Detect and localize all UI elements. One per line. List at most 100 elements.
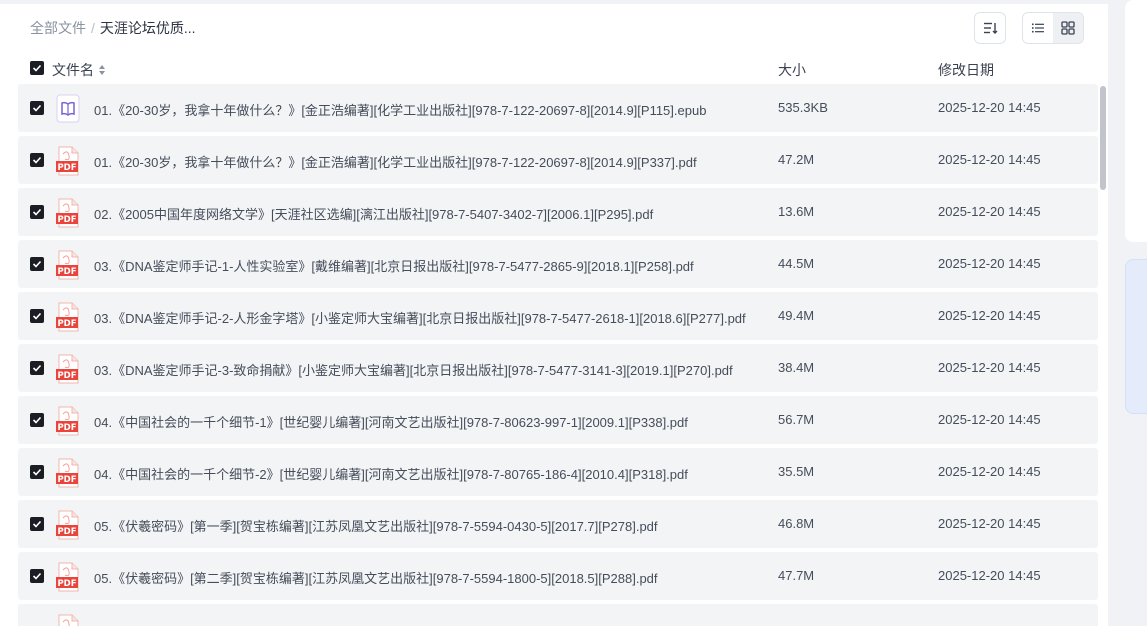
epub-file-icon [54,94,82,124]
row-checkbox[interactable] [30,257,44,271]
row-checkbox[interactable] [30,309,44,323]
side-promo-card[interactable] [1125,0,1147,242]
checkmark-icon [32,468,42,476]
pdf-file-icon: PDF [54,146,82,176]
svg-text:PDF: PDF [57,215,76,225]
side-info-card[interactable] [1125,259,1147,414]
column-header-size[interactable]: 大小 [778,60,806,80]
checkmark-icon [32,208,42,216]
file-size: 13.6M [778,204,815,219]
pdf-file-icon: PDF [54,458,82,488]
file-row[interactable]: PDF [18,604,1098,626]
file-size: 56.7M [778,412,815,427]
table-header: 文件名 大小 修改日期 [0,55,1100,81]
checkmark-icon [32,312,42,320]
file-size: 44.5M [778,256,815,271]
breadcrumb-separator: / [91,20,95,36]
file-name[interactable]: 01.《20-30岁，我拿十年做什么？》[金正浩编著][化学工业出版社][978… [94,100,706,119]
file-name[interactable]: 02.《2005中国年度网络文学》[天涯社区选编][漓江出版社][978-7-5… [94,204,653,223]
pdf-file-icon: PDF [54,250,82,280]
file-date: 2025-12-20 14:45 [938,204,1041,219]
grid-view-icon [1061,21,1075,35]
pdf-file-icon: PDF [54,198,82,228]
row-checkbox[interactable] [30,517,44,531]
file-row[interactable]: PDF 04.《中国社会的一千个细节-2》[世纪婴儿编著][河南文艺出版社][97… [18,448,1098,496]
pdf-file-icon: PDF [54,302,82,332]
scrollbar-thumb[interactable] [1100,86,1106,190]
file-size: 46.8M [778,516,815,531]
file-size: 49.4M [778,308,815,323]
pdf-file-icon: PDF [54,562,82,592]
file-date: 2025-12-20 14:45 [938,308,1041,323]
select-all-checkbox[interactable] [30,61,44,75]
file-size: 535.3KB [778,100,828,115]
file-row[interactable]: PDF 01.《20-30岁，我拿十年做什么？》[金正浩编著][化学工业出版社][… [18,136,1098,184]
view-toggle [1022,12,1084,44]
row-checkbox[interactable] [30,413,44,427]
svg-text:PDF: PDF [57,423,76,433]
file-row[interactable]: PDF 04.《中国社会的一千个细节-1》[世纪婴儿编著][河南文艺出版社][97… [18,396,1098,444]
file-date: 2025-12-20 14:45 [938,568,1041,583]
file-row[interactable]: PDF 02.《2005中国年度网络文学》[天涯社区选编][漓江出版社][978-… [18,188,1098,236]
file-date: 2025-12-20 14:45 [938,100,1041,115]
file-size: 38.4M [778,360,815,375]
svg-text:PDF: PDF [57,163,76,173]
file-name[interactable]: 05.《伏羲密码》[第二季][贺宝栋编著][江苏凤凰文艺出版社][978-7-5… [94,568,658,587]
svg-text:PDF: PDF [57,475,76,485]
checkmark-icon [32,520,42,528]
svg-text:PDF: PDF [57,319,76,329]
sort-icon [984,22,998,34]
column-header-date[interactable]: 修改日期 [938,60,994,80]
file-date: 2025-12-20 14:45 [938,256,1041,271]
pdf-file-icon: PDF [54,510,82,540]
file-size: 47.2M [778,152,815,167]
breadcrumb: 全部文件 / 天涯论坛优质... [30,19,196,37]
breadcrumb-root-link[interactable]: 全部文件 [30,19,86,37]
row-checkbox[interactable] [30,361,44,375]
column-name-label: 文件名 [52,62,94,78]
file-list: 01.《20-30岁，我拿十年做什么？》[金正浩编著][化学工业出版社][978… [18,84,1098,626]
file-name[interactable]: 03.《DNA鉴定师手记-3-致命捐献》[小鉴定师大宝编著][北京日报出版社][… [94,360,733,379]
file-name[interactable]: 04.《中国社会的一千个细节-2》[世纪婴儿编著][河南文艺出版社][978-7… [94,464,688,483]
file-row[interactable]: PDF 03.《DNA鉴定师手记-1-人性实验室》[戴维编著][北京日报出版社][… [18,240,1098,288]
checkmark-icon [32,572,42,580]
list-view-button[interactable] [1023,13,1053,43]
row-checkbox[interactable] [30,465,44,479]
checkmark-icon [32,64,42,72]
file-name[interactable]: 03.《DNA鉴定师手记-2-人形金字塔》[小鉴定师大宝编著][北京日报出版社]… [94,308,746,327]
file-row[interactable]: 01.《20-30岁，我拿十年做什么？》[金正浩编著][化学工业出版社][978… [18,84,1098,132]
column-header-name[interactable]: 文件名 [52,60,106,80]
file-row[interactable]: PDF 05.《伏羲密码》[第二季][贺宝栋编著][江苏凤凰文艺出版社][978-… [18,552,1098,600]
sort-caret-icon[interactable] [98,64,106,76]
file-name[interactable]: 05.《伏羲密码》[第一季][贺宝栋编著][江苏凤凰文艺出版社][978-7-5… [94,516,658,535]
file-date: 2025-12-20 14:45 [938,464,1041,479]
grid-view-button[interactable] [1053,13,1083,43]
pdf-file-icon: PDF [54,406,82,436]
file-date: 2025-12-20 14:45 [938,360,1041,375]
top-divider [0,0,1108,4]
file-row[interactable]: PDF 05.《伏羲密码》[第一季][贺宝栋编著][江苏凤凰文艺出版社][978-… [18,500,1098,548]
file-date: 2025-12-20 14:45 [938,412,1041,427]
row-checkbox[interactable] [30,153,44,167]
file-date: 2025-12-20 14:45 [938,152,1041,167]
file-row[interactable]: PDF 03.《DNA鉴定师手记-2-人形金字塔》[小鉴定师大宝编著][北京日报出… [18,292,1098,340]
pdf-file-icon: PDF [54,614,82,626]
checkmark-icon [32,156,42,164]
file-name[interactable]: 04.《中国社会的一千个细节-1》[世纪婴儿编著][河南文艺出版社][978-7… [94,412,688,431]
file-name[interactable]: 03.《DNA鉴定师手记-1-人性实验室》[戴维编著][北京日报出版社][978… [94,256,694,275]
checkmark-icon [32,416,42,424]
svg-text:PDF: PDF [57,267,76,277]
file-name[interactable]: 01.《20-30岁，我拿十年做什么？》[金正浩编著][化学工业出版社][978… [94,152,697,171]
row-checkbox[interactable] [30,205,44,219]
pdf-file-icon: PDF [54,354,82,384]
file-size: 35.5M [778,464,815,479]
svg-text:PDF: PDF [57,579,76,589]
svg-text:PDF: PDF [57,371,76,381]
file-row[interactable]: PDF 03.《DNA鉴定师手记-3-致命捐献》[小鉴定师大宝编著][北京日报出版… [18,344,1098,392]
file-date: 2025-12-20 14:45 [938,516,1041,531]
row-checkbox[interactable] [30,569,44,583]
checkmark-icon [32,260,42,268]
list-view-icon [1032,23,1044,33]
sort-button[interactable] [974,12,1006,44]
row-checkbox[interactable] [30,101,44,115]
